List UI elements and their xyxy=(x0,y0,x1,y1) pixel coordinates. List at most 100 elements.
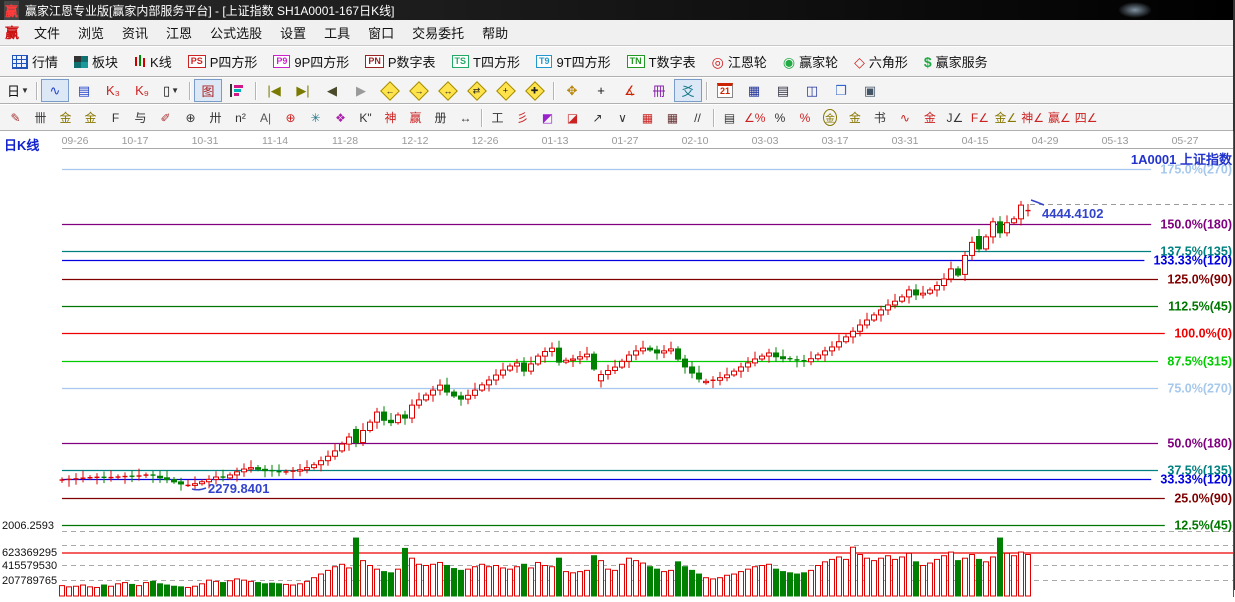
color-report-icon[interactable] xyxy=(223,79,251,102)
teal-lines-icon[interactable]: 爻 xyxy=(674,79,702,102)
winner-wheel-button[interactable]: ◉赢家轮 xyxy=(776,49,845,74)
hash-grid-tool-icon[interactable]: 卅 xyxy=(203,107,228,129)
zoom-left-icon[interactable]: ← xyxy=(376,79,404,102)
menu-item-公式选股[interactable]: 公式选股 xyxy=(201,23,271,42)
crosshair-icon[interactable]: + xyxy=(587,79,615,102)
candle-style-dropdown[interactable]: ▯▼ xyxy=(157,79,185,102)
ninet-square-button[interactable]: T99T四方形 xyxy=(529,49,618,74)
dark-grid-tool-icon[interactable]: ▦ xyxy=(660,107,685,129)
shen-ruler-tool-icon[interactable]: 神 xyxy=(378,107,403,129)
fibo-grid-tool-icon[interactable]: F xyxy=(103,107,128,129)
fan-lines-tool-icon[interactable]: 彡 xyxy=(510,107,535,129)
menu-item-帮助[interactable]: 帮助 xyxy=(473,23,517,42)
fan-box-purple-tool-icon[interactable]: ◩ xyxy=(535,107,560,129)
quote-table-button[interactable]: 行情 xyxy=(5,49,65,74)
first-page-icon[interactable]: |◀ xyxy=(260,79,288,102)
circle-ruler-tool-icon[interactable]: ⊕ xyxy=(178,107,203,129)
ruler-123-tool-icon[interactable]: 册 xyxy=(428,107,453,129)
pct-lines-tool-icon[interactable]: % xyxy=(792,107,817,129)
shen-angle-tool-icon[interactable]: 神∠ xyxy=(1019,107,1046,129)
menu-item-浏览[interactable]: 浏览 xyxy=(69,23,113,42)
calculator-icon[interactable]: ▦ xyxy=(740,79,768,102)
j-angle-tool-icon[interactable]: J∠ xyxy=(942,107,967,129)
print-icon[interactable]: ▣ xyxy=(856,79,884,102)
list-config-tool-icon[interactable]: ▤ xyxy=(717,107,742,129)
spiral-grid-tool-icon[interactable]: 与 xyxy=(128,107,153,129)
hand-tool-icon[interactable]: ✥ xyxy=(558,79,586,102)
p-square-button[interactable]: PSP四方形 xyxy=(181,49,265,74)
angle-measure-icon[interactable]: ∡ xyxy=(616,79,644,102)
gold-circle-tool-icon[interactable]: 金 xyxy=(817,107,842,129)
t-square-button[interactable]: TST四方形 xyxy=(445,49,527,74)
gann-wheel-button[interactable]: ◎江恩轮 xyxy=(705,49,774,74)
gann-circle-tool-icon[interactable]: ⊕ xyxy=(278,107,303,129)
menu-item-江恩[interactable]: 江恩 xyxy=(157,23,201,42)
ying-angle-tool-icon[interactable]: 赢∠ xyxy=(1046,107,1073,129)
period-day-dropdown-arrow[interactable]: ▼ xyxy=(21,86,29,95)
kline-chart[interactable]: 09-2610-1710-3111-1411-2812-1212-2601-13… xyxy=(0,131,1235,597)
f-angle-tool-icon[interactable]: F∠ xyxy=(967,107,992,129)
angle-pct-tool-icon[interactable]: ∠% xyxy=(742,107,767,129)
modules-icon[interactable]: ❒ xyxy=(827,79,855,102)
next-bar-icon[interactable]: ▶ xyxy=(347,79,375,102)
gann-grid-tool-icon[interactable]: 卌 xyxy=(28,107,53,129)
zoom-swap-icon[interactable]: ⇄ xyxy=(463,79,491,102)
gold-angle-tool-icon[interactable]: 金∠ xyxy=(992,107,1019,129)
window-title: 赢家江恩专业版[赢家内部服务平台] - [上证指数 SH1A0001-167日K… xyxy=(25,2,394,19)
ninep-square-button[interactable]: P99P四方形 xyxy=(266,49,356,74)
menu-item-设置[interactable]: 设置 xyxy=(271,23,315,42)
save-icon[interactable]: ◫ xyxy=(798,79,826,102)
last-page-icon[interactable]: ▶| xyxy=(289,79,317,102)
hexagon-button[interactable]: ◇六角形 xyxy=(847,49,915,74)
menu-item-交易委托[interactable]: 交易委托 xyxy=(403,23,473,42)
zigzag-tool-icon[interactable]: ∨ xyxy=(610,107,635,129)
span-arrow-tool-icon[interactable]: ↔ xyxy=(453,107,478,129)
kline-button[interactable]: K线 xyxy=(127,49,179,74)
kline9-icon[interactable]: K₉ xyxy=(128,79,156,102)
gold-grid-tool-icon[interactable]: 金 xyxy=(53,107,78,129)
box-radiate-tool-icon[interactable]: ❖ xyxy=(328,107,353,129)
region-chart-icon[interactable]: ∿ xyxy=(41,79,69,102)
zoom-all-icon[interactable]: + xyxy=(492,79,520,102)
menu-item-工具[interactable]: 工具 xyxy=(315,23,359,42)
zoom-full-icon[interactable]: ✚ xyxy=(521,79,549,102)
red-grid-tool-icon[interactable]: ▦ xyxy=(635,107,660,129)
book-brush-tool-icon[interactable]: 书 xyxy=(867,107,892,129)
purple-tool-icon[interactable]: 冊 xyxy=(645,79,673,102)
calendar-icon[interactable]: 21 xyxy=(711,79,739,102)
menu-item-文件[interactable]: 文件 xyxy=(25,23,69,42)
zoom-right-icon[interactable]: → xyxy=(405,79,433,102)
ray-fan-tool-icon[interactable]: ↗ xyxy=(585,107,610,129)
kline3-icon[interactable]: K₃ xyxy=(99,79,127,102)
k-quote-tool-icon[interactable]: K" xyxy=(353,107,378,129)
ying-ruler-tool-icon[interactable]: 赢 xyxy=(403,107,428,129)
pct-tool-icon[interactable]: % xyxy=(767,107,792,129)
period-day-dropdown[interactable]: 日▼ xyxy=(4,79,32,102)
angle-mirror-tool-icon[interactable]: A| xyxy=(253,107,278,129)
pen-tool-icon[interactable]: ✎ xyxy=(3,107,28,129)
p-number-button[interactable]: PNP数字表 xyxy=(358,49,442,74)
brush-grid-tool-icon[interactable]: ✐ xyxy=(153,107,178,129)
chart-area[interactable]: 09-2610-1710-3111-1411-2812-1212-2601-13… xyxy=(0,131,1233,597)
four-angle-tool-icon[interactable]: 四∠ xyxy=(1073,107,1100,129)
parallel-tool-icon[interactable]: // xyxy=(685,107,710,129)
zoom-h-icon[interactable]: ↔ xyxy=(434,79,462,102)
wave-tool-icon[interactable]: ∿ xyxy=(892,107,917,129)
candle-style-dropdown-arrow[interactable]: ▼ xyxy=(171,86,179,95)
info-list-icon[interactable]: ▤ xyxy=(70,79,98,102)
gold-grid2-tool-icon[interactable]: 金 xyxy=(78,107,103,129)
fan-box-red-tool-icon[interactable]: ◪ xyxy=(560,107,585,129)
menu-item-资讯[interactable]: 资讯 xyxy=(113,23,157,42)
winner-service-button[interactable]: $赢家服务 xyxy=(917,49,995,74)
sector-button[interactable]: 板块 xyxy=(67,49,125,74)
menu-item-窗口[interactable]: 窗口 xyxy=(359,23,403,42)
radiate-grid-tool-icon[interactable]: ✳ xyxy=(303,107,328,129)
gold-lines-tool-icon[interactable]: 金 xyxy=(842,107,867,129)
tsquare-tool-icon[interactable]: 工 xyxy=(485,107,510,129)
n2-grid-tool-icon[interactable]: n² xyxy=(228,107,253,129)
t-number-button[interactable]: TNT数字表 xyxy=(620,49,703,74)
gold-red-tool-icon[interactable]: 金 xyxy=(917,107,942,129)
draw-seal-icon[interactable]: 图 xyxy=(194,79,222,102)
prev-bar-icon[interactable]: ◀ xyxy=(318,79,346,102)
notes-icon[interactable]: ▤ xyxy=(769,79,797,102)
